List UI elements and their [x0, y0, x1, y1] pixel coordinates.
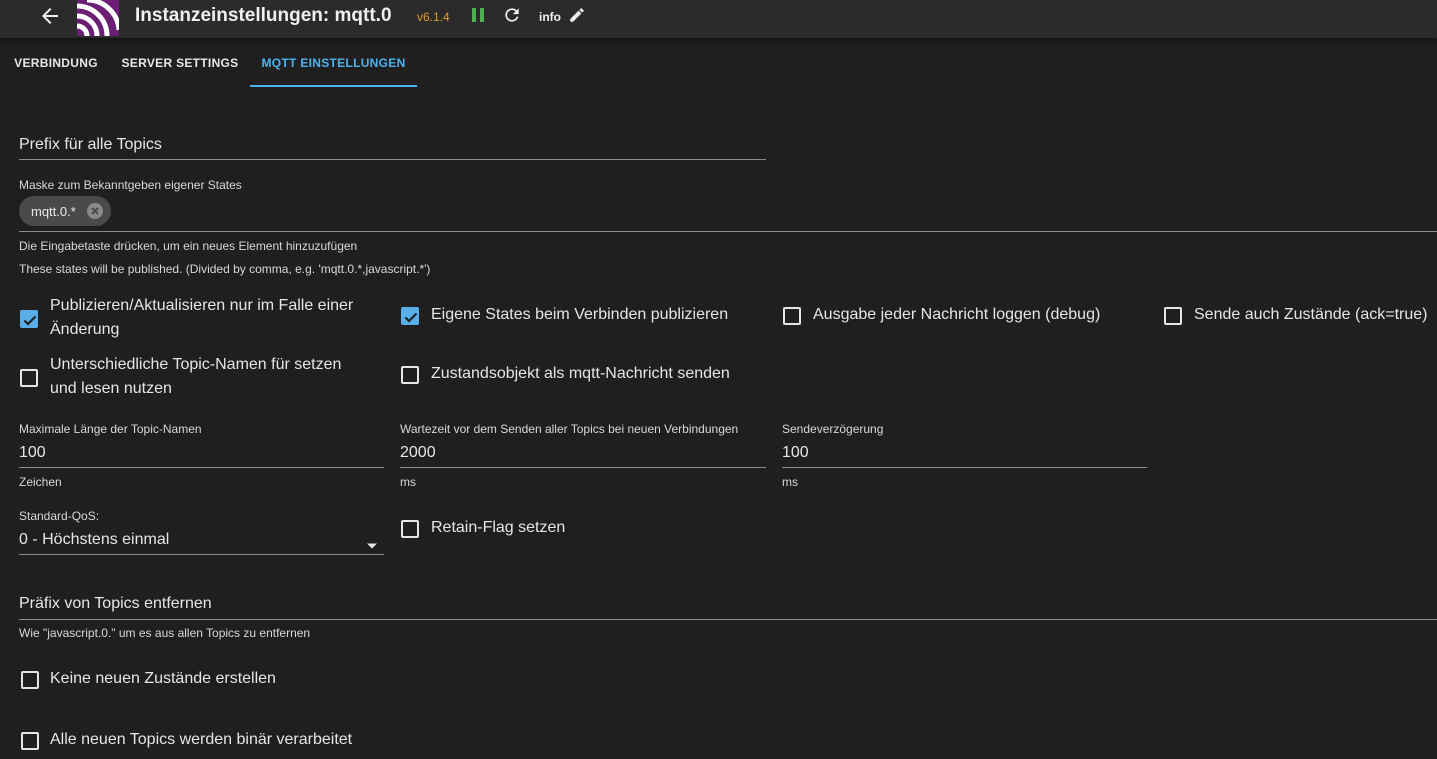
checkbox-debug-log[interactable]: [783, 307, 801, 325]
wait-time-unit: ms: [400, 475, 416, 489]
label-publish-on-change-2: Änderung: [50, 321, 120, 338]
checkbox-retain-flag[interactable]: [401, 520, 419, 538]
label-different-topic-names-1: Unterschiedliche Topic-Namen für setzen: [50, 356, 342, 373]
label-different-topic-names-2: und lesen nutzen: [50, 380, 172, 397]
chip-delete-icon[interactable]: [86, 202, 104, 220]
reload-icon[interactable]: [502, 5, 522, 25]
qos-label: Standard-QoS:: [19, 509, 100, 523]
send-delay-unit: ms: [782, 475, 798, 489]
label-send-ack: Sende auch Zustände (ack=true): [1194, 306, 1428, 323]
info-link[interactable]: info: [539, 10, 561, 24]
prefix-underline: [19, 159, 766, 160]
chip-label: mqtt.0.*: [31, 204, 76, 219]
mask-hint-enter: Die Eingabetaste drücken, um ein neues E…: [19, 239, 358, 253]
label-binary-topics: Alle neuen Topics werden binär verarbeit…: [50, 731, 353, 748]
remove-prefix-input[interactable]: Präfix von Topics entfernen: [19, 595, 212, 613]
label-send-state-object: Zustandsobjekt als mqtt-Nachricht senden: [431, 365, 730, 382]
prefix-input[interactable]: Prefix für alle Topics: [19, 136, 162, 154]
back-arrow-icon[interactable]: [36, 4, 64, 28]
version-label: v6.1.4: [417, 10, 450, 24]
checkbox-different-topic-names[interactable]: [20, 369, 38, 387]
tab-verbindung[interactable]: VERBINDUNG: [0, 40, 112, 87]
wait-time-underline: [400, 467, 766, 468]
qos-select[interactable]: 0 - Höchstens einmal: [19, 531, 169, 549]
checkbox-publish-own-states[interactable]: [401, 307, 419, 325]
label-retain-flag: Retain-Flag setzen: [431, 519, 566, 536]
dropdown-arrow-icon[interactable]: [366, 537, 378, 549]
adapter-logo: [77, 0, 119, 36]
page-title: Instanzeinstellungen: mqtt.0: [135, 5, 392, 26]
max-topic-length-input[interactable]: 100: [19, 444, 46, 462]
remove-prefix-underline: [19, 619, 1437, 620]
wait-time-label: Wartezeit vor dem Senden aller Topics be…: [400, 422, 739, 436]
chip-mqtt-states[interactable]: mqtt.0.*: [19, 196, 111, 226]
checkbox-send-state-object[interactable]: [401, 366, 419, 384]
app-header: Instanzeinstellungen: mqtt.0 v6.1.4 info: [0, 0, 1437, 38]
max-topic-length-underline: [19, 467, 384, 468]
mask-label: Maske zum Bekanntgeben eigener States: [19, 178, 242, 192]
tab-mqtt-einstellungen[interactable]: MQTT EINSTELLUNGEN: [250, 40, 417, 87]
pause-icon[interactable]: [470, 6, 486, 24]
tab-server-settings[interactable]: SERVER SETTINGS: [112, 40, 248, 87]
label-debug-log: Ausgabe jeder Nachricht loggen (debug): [813, 306, 1101, 323]
mask-underline: [19, 231, 1437, 232]
pencil-icon[interactable]: [568, 6, 586, 24]
mask-hint-publish: These states will be published. (Divided…: [19, 262, 431, 276]
send-delay-underline: [782, 467, 1147, 468]
remove-prefix-hint: Wie "javascript.0." um es aus allen Topi…: [19, 626, 311, 640]
max-topic-length-unit: Zeichen: [19, 475, 62, 489]
checkbox-no-new-states[interactable]: [21, 671, 39, 689]
wait-time-input[interactable]: 2000: [400, 444, 436, 462]
send-delay-input[interactable]: 100: [782, 444, 809, 462]
checkbox-send-ack[interactable]: [1164, 307, 1182, 325]
max-topic-length-label: Maximale Länge der Topic-Namen: [19, 422, 202, 436]
checkbox-publish-on-change[interactable]: [20, 310, 38, 328]
qos-underline: [19, 554, 384, 555]
label-no-new-states: Keine neuen Zustände erstellen: [50, 670, 276, 687]
label-publish-own-states: Eigene States beim Verbinden publizieren: [431, 306, 729, 323]
label-publish-on-change-1: Publizieren/Aktualisieren nur im Falle e…: [50, 297, 354, 314]
checkbox-binary-topics[interactable]: [21, 732, 39, 750]
send-delay-label: Sendeverzögerung: [782, 422, 884, 436]
